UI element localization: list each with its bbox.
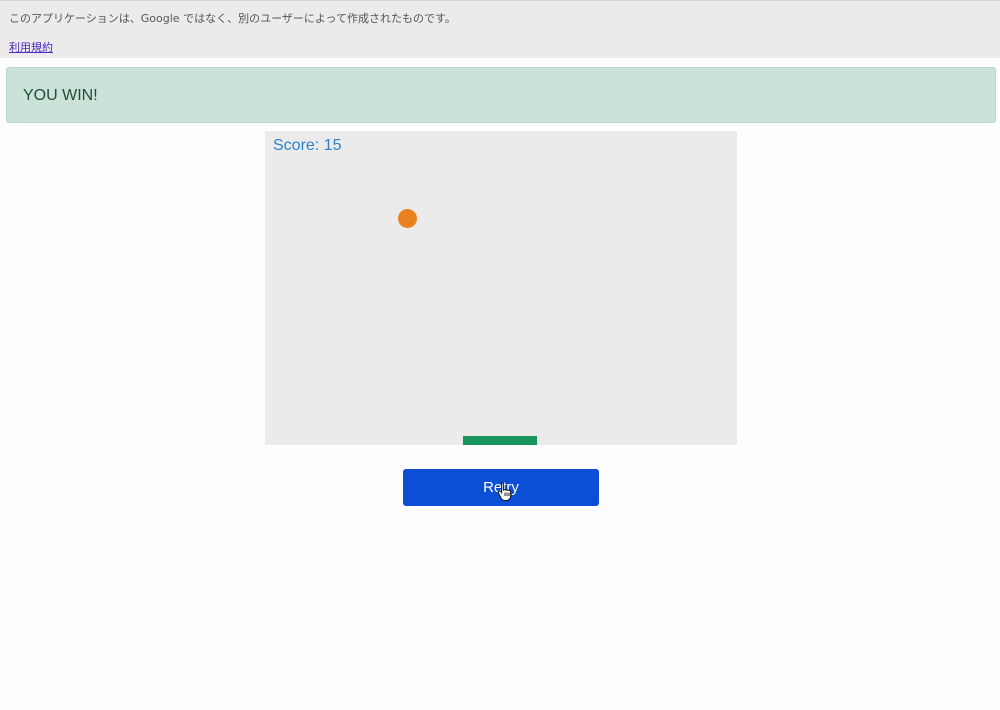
result-alert: YOU WIN!: [6, 67, 996, 123]
retry-button-label: Retry: [483, 479, 519, 496]
apps-script-banner: このアプリケーションは、Google ではなく、別のユーザーによって作成されたも…: [0, 0, 1000, 58]
ball: [398, 209, 417, 228]
paddle: [463, 436, 537, 445]
game-canvas[interactable]: Score: 15: [265, 131, 737, 445]
result-message: YOU WIN!: [23, 87, 98, 104]
score-display: Score: 15: [273, 137, 342, 154]
retry-button[interactable]: Retry: [403, 469, 599, 506]
banner-notice-text: このアプリケーションは、Google ではなく、別のユーザーによって作成されたも…: [9, 12, 456, 25]
terms-of-service-link[interactable]: 利用規約: [9, 39, 53, 55]
